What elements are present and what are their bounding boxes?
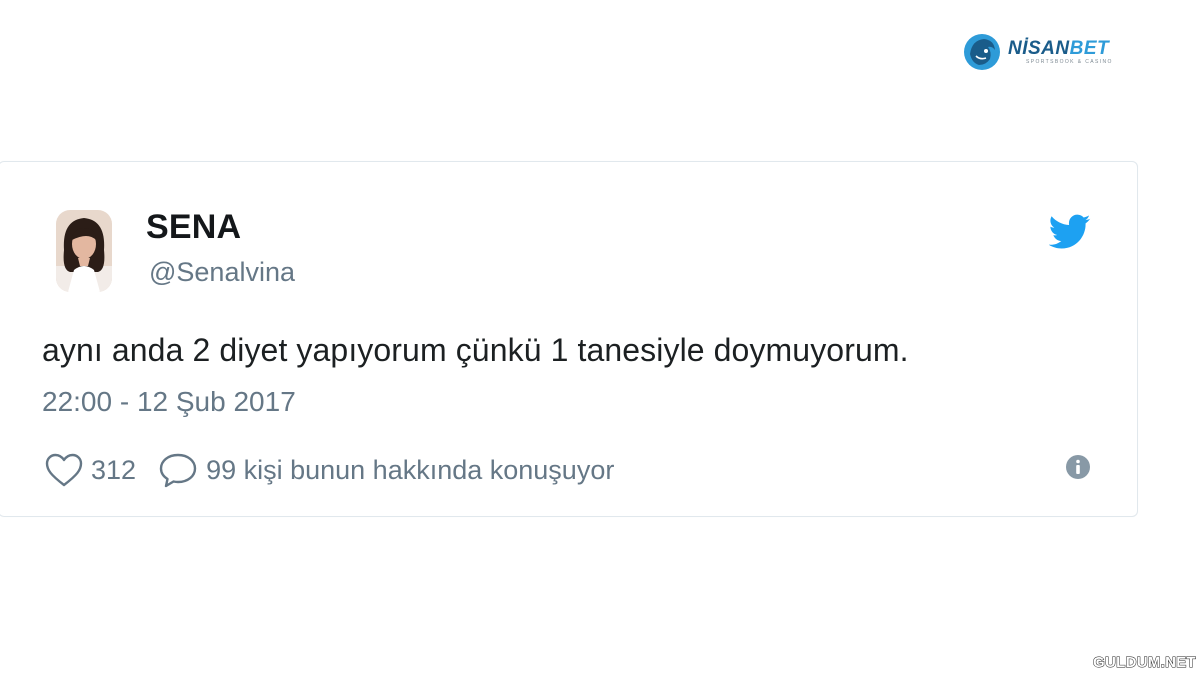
reply-count-text: 99 kişi bunun hakkında konuşuyor (206, 454, 615, 485)
brand-text: NİSANBET SPORTSBOOK & CASINO (1008, 39, 1113, 65)
display-name[interactable]: SENA (146, 208, 241, 247)
twitter-bird-icon[interactable] (1049, 214, 1091, 250)
like-count: 312 (91, 454, 137, 485)
speech-bubble-icon (159, 453, 197, 488)
tweet-card: SENA @Senalvina aynı anda 2 diyet yapıyo… (0, 161, 1138, 517)
avatar[interactable] (56, 210, 112, 292)
heart-icon (45, 453, 83, 487)
like-button[interactable]: 312 (45, 453, 136, 487)
tweet-text: aynı anda 2 diyet yapıyorum çünkü 1 tane… (42, 332, 909, 368)
lion-head-icon (964, 34, 1000, 70)
brand-logo: NİSANBET SPORTSBOOK & CASINO (962, 30, 1113, 74)
site-watermark: GULDUM.NET (1093, 654, 1197, 672)
brand-tagline: SPORTSBOOK & CASINO (1026, 59, 1113, 65)
user-handle[interactable]: @Senalvina (149, 257, 295, 288)
info-icon[interactable] (1065, 454, 1091, 480)
brand-name: NİSANBET (1008, 38, 1110, 59)
avatar-image (56, 210, 112, 292)
tweet-timestamp[interactable]: 22:00 - 12 Şub 2017 (42, 386, 296, 418)
tweet-actions: 312 99 kişi bunun hakkında konuşuyor (45, 450, 614, 490)
reply-button[interactable]: 99 kişi bunun hakkında konuşuyor (158, 452, 614, 488)
